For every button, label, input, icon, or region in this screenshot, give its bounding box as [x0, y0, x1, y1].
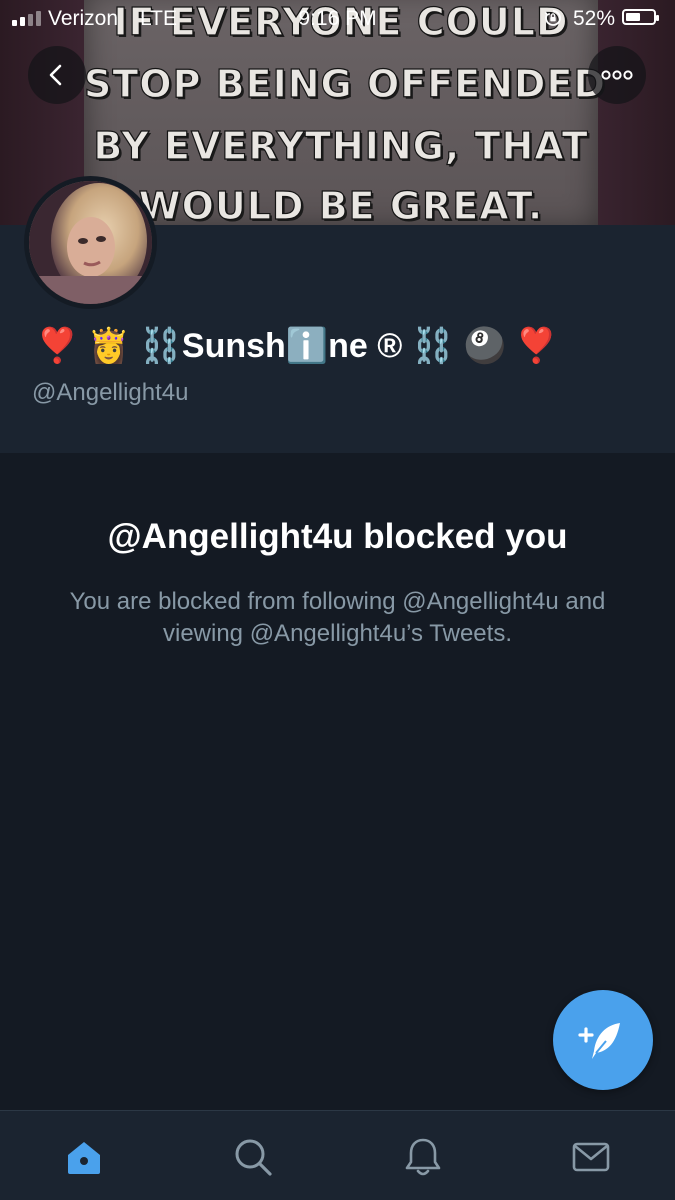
- tab-home[interactable]: [60, 1133, 108, 1181]
- banner-text-line: STOP BEING OFFENDED: [83, 61, 606, 106]
- compose-tweet-button[interactable]: [553, 990, 653, 1090]
- tab-messages[interactable]: [567, 1133, 615, 1181]
- rotation-lock-icon: [544, 9, 562, 32]
- tab-notifications[interactable]: [399, 1133, 447, 1181]
- home-icon: [68, 1142, 100, 1174]
- avatar-photo: [29, 181, 152, 304]
- more-options-button[interactable]: [588, 46, 646, 104]
- profile-screen: IF EVERYONE COULD STOP BEING OFFENDED BY…: [0, 0, 675, 1200]
- compose-feather-icon: [578, 1023, 620, 1059]
- blocked-description: You are blocked from following @Angellig…: [69, 588, 606, 647]
- display-name: ❣️ 👸 ⛓️Sunshℹ️ne ® ⛓️ 🎱 ❣️: [36, 327, 558, 365]
- envelope-icon: [572, 1142, 610, 1172]
- banner-text-line: WOULD BE GREAT.: [138, 183, 544, 225]
- tab-search[interactable]: [229, 1133, 277, 1181]
- avatar[interactable]: [24, 176, 157, 309]
- status-bar: Verizon LTE 9:16 PM 52%: [0, 0, 675, 40]
- banner-text-line: BY EVERYTHING, THAT: [93, 123, 589, 168]
- bell-icon: [405, 1138, 441, 1176]
- bottom-tab-bar: [0, 1110, 675, 1200]
- chevron-left-icon: [49, 64, 62, 86]
- battery-level-fill: [626, 13, 640, 21]
- back-button[interactable]: [28, 46, 86, 104]
- blocked-title: @Angellight4u blocked you: [107, 517, 568, 556]
- battery-icon: [622, 9, 659, 25]
- search-icon: [235, 1139, 272, 1176]
- more-horizontal-icon: [601, 70, 633, 80]
- profile-handle: @Angellight4u: [32, 379, 189, 406]
- battery-percent: 52%: [573, 7, 616, 30]
